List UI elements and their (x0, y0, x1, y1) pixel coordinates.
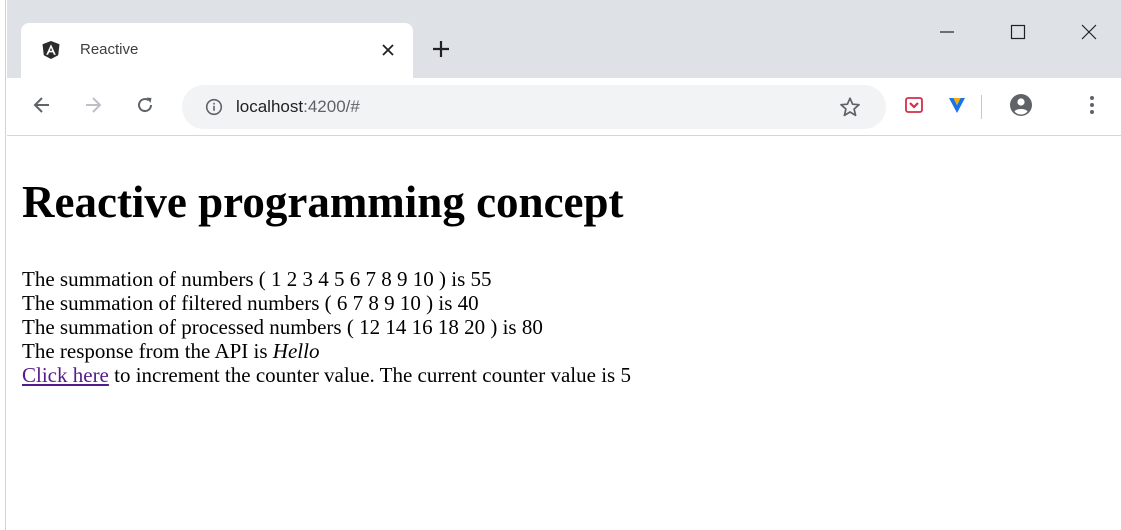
angular-logo-icon (41, 40, 61, 60)
pocket-extension-button[interactable] (902, 95, 926, 119)
url-host: localhost (236, 97, 304, 116)
tab-title: Reactive (80, 41, 139, 58)
info-icon[interactable] (205, 98, 223, 116)
page-title: Reactive programming concept (22, 177, 624, 227)
menu-button[interactable] (1080, 95, 1104, 119)
maximize-icon (1010, 24, 1026, 45)
browser-toolbar: localhost:4200/# (7, 78, 1121, 136)
page-content: Reactive programming concept The summati… (22, 136, 1112, 387)
counter-line: Click here to increment the counter valu… (22, 363, 1112, 387)
plus-icon (432, 40, 450, 63)
api-response-value: Hello (272, 339, 320, 363)
star-icon[interactable] (839, 96, 861, 118)
arrow-right-icon (83, 95, 103, 120)
v-extension-button[interactable] (945, 95, 969, 119)
address-bar[interactable]: localhost:4200/# (182, 85, 886, 129)
extension-v-icon (947, 95, 967, 120)
tab-close-icon[interactable] (377, 39, 399, 61)
new-tab-button[interactable] (427, 37, 455, 65)
account-circle-icon (1009, 93, 1033, 122)
result-lines: The summation of numbers ( 1 2 3 4 5 6 7… (22, 267, 1112, 387)
minimize-button[interactable] (927, 14, 967, 54)
url-text[interactable]: localhost:4200/# (236, 96, 360, 118)
profile-button[interactable] (1009, 93, 1033, 122)
back-button[interactable] (26, 91, 58, 123)
url-path: :4200/# (303, 97, 360, 116)
pocket-icon (904, 95, 924, 120)
tab-strip: Reactive (7, 0, 1121, 78)
maximize-button[interactable] (998, 14, 1038, 54)
tab-reactive[interactable]: Reactive (21, 23, 413, 78)
counter-text: to increment the counter value. The curr… (108, 363, 631, 387)
close-window-button[interactable] (1069, 14, 1109, 54)
filtered-summation-line: The summation of filtered numbers ( 6 7 … (22, 291, 479, 315)
arrow-left-icon (32, 95, 52, 120)
reload-button[interactable] (129, 91, 161, 123)
minimize-icon (939, 24, 955, 45)
reload-icon (135, 95, 155, 120)
close-icon (1081, 24, 1097, 45)
api-response-label: The response from the API is (22, 339, 273, 363)
browser-window: Reactive localhost:4200/# Reactive progr… (0, 0, 1121, 530)
api-response-line: The response from the API is Hello (22, 339, 1112, 363)
window-left-edge (0, 0, 6, 530)
forward-button[interactable] (77, 91, 109, 123)
toolbar-separator (981, 95, 982, 119)
summation-line: The summation of numbers ( 1 2 3 4 5 6 7… (22, 267, 492, 291)
processed-summation-line: The summation of processed numbers ( 12 … (22, 315, 543, 339)
more-vert-icon (1089, 95, 1095, 120)
increment-counter-link[interactable]: Click here (22, 363, 109, 387)
